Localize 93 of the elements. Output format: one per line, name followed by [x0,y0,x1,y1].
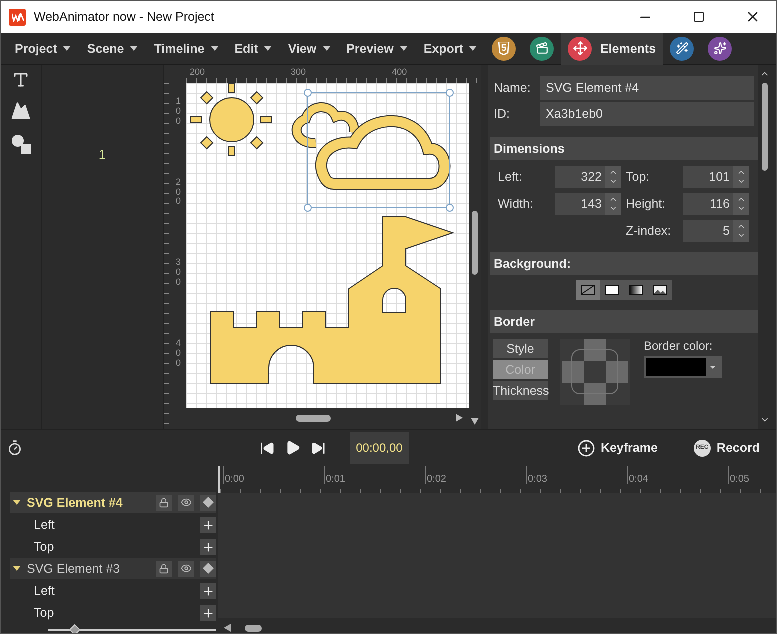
property-label: Top [34,540,54,554]
section-header: Background: [490,252,758,275]
shield-five-icon [498,42,510,55]
window-title: WebAnimator now - New Project [34,10,216,24]
menu-item[interactable]: View [280,32,339,64]
property-label: Top [34,606,54,620]
scroll-left-icon[interactable] [224,624,231,632]
number-spinner[interactable]: 5 [683,220,749,242]
expand-caret-icon[interactable] [13,566,21,572]
border-sides-drawing[interactable] [560,339,630,405]
spin-up-icon[interactable] [736,195,746,204]
caret-icon[interactable] [130,46,138,51]
tag-icon[interactable] [200,494,216,510]
dimension-label: Width: [497,197,534,211]
no-fill-icon [581,285,595,295]
add-circle-icon[interactable] [578,440,595,456]
spin-down-icon[interactable] [736,177,746,186]
track-header[interactable]: SVG Element #3 [10,558,216,579]
move-arrows-icon [572,41,588,56]
tag-icon[interactable] [200,560,216,576]
selection-frame[interactable] [304,89,454,212]
magic-wand-icon [676,42,689,55]
cloud-drawing[interactable] [292,102,451,190]
clapperboard-icon [536,42,549,55]
text-field[interactable]: Xa3b1eb0 [540,102,754,126]
spin-up-icon[interactable] [608,168,618,177]
menu-item[interactable]: Timeline [146,32,227,64]
spin-up-icon[interactable] [608,195,618,204]
app-logo [9,8,26,26]
dimension-label: Left: [497,170,524,184]
dimension-label: Height: [625,197,667,211]
scroll-right-icon[interactable] [456,414,463,422]
caret-icon[interactable] [400,46,408,51]
field-label: Name: [494,81,532,95]
solid-fill-icon [605,285,619,295]
scene-number[interactable]: 1 [98,147,106,163]
track-header[interactable]: SVG Element #4 [10,492,216,513]
number-spinner[interactable]: 143 [555,193,621,215]
castle-drawing[interactable] [210,216,454,384]
number-spinner[interactable]: 101 [683,166,749,188]
spin-down-icon[interactable] [736,231,746,240]
mountain-icon[interactable] [11,101,31,121]
text-tool-icon[interactable] [12,71,30,89]
border-tab[interactable]: Style [493,339,548,358]
image-fill-icon [653,285,667,295]
property-label: Left [34,518,55,532]
eye-icon[interactable] [178,560,194,576]
spin-down-icon[interactable] [608,204,618,213]
lock-icon[interactable] [156,560,172,576]
caret-icon[interactable] [63,46,72,51]
menu-item[interactable]: Edit [226,32,280,64]
caret-icon[interactable] [210,46,219,51]
scrollbar-thumb[interactable] [472,211,478,275]
expand-caret-icon[interactable] [13,500,21,506]
menu-item[interactable]: Preview [338,32,416,64]
spin-down-icon[interactable] [736,204,746,213]
caret-icon[interactable] [264,46,272,51]
field-label: ID: [494,107,511,121]
gradient-fill-icon [629,285,643,295]
scrollbar-thumb[interactable] [245,624,262,632]
dimension-label: Top: [625,170,651,184]
scrollbar-thumb[interactable] [762,83,768,171]
section-header: Border [490,310,758,333]
text-field[interactable]: SVG Element #4 [540,76,754,100]
time-display: 00:00,00 [350,432,409,464]
menu-item[interactable]: Project [7,32,80,64]
section-header: Dimensions [490,137,758,160]
scrollbar-thumb[interactable] [296,414,331,422]
field-label: Border color: [644,339,714,353]
caret-icon[interactable] [322,46,331,51]
keyframe-button[interactable]: Keyframe [572,438,664,458]
property-label: Left [34,584,55,598]
shapes-icon[interactable] [10,133,32,155]
spin-down-icon[interactable] [608,177,618,186]
color-swatch[interactable] [646,358,706,376]
border-tab[interactable]: Thickness [493,381,548,400]
dimension-label: Z-index: [625,224,672,238]
color-picker[interactable] [644,356,722,378]
menu-item[interactable]: Export [416,32,486,64]
spin-up-icon[interactable] [736,168,746,177]
mode-tab[interactable]: Elements [561,32,664,64]
maximize-icon[interactable] [693,11,705,23]
sparkles-icon [714,42,727,55]
spin-up-icon[interactable] [736,222,746,231]
caret-icon[interactable] [469,46,478,51]
timer-icon[interactable] [7,440,23,456]
number-spinner[interactable]: 116 [683,193,749,215]
lock-icon[interactable] [156,494,172,510]
menu-item[interactable]: Scene [79,32,146,64]
number-spinner[interactable]: 322 [555,166,621,188]
sun-drawing[interactable] [190,84,272,156]
scroll-down-icon[interactable] [471,418,479,425]
eye-icon[interactable] [178,494,194,510]
